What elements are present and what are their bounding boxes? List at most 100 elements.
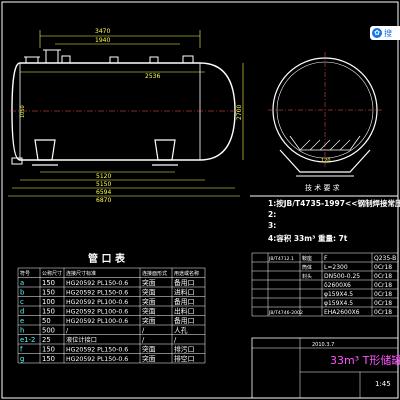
tank-shell xyxy=(11,62,236,161)
part-material: 0Cr18 xyxy=(374,291,392,298)
dim-bottom-1: 5120 xyxy=(96,173,111,180)
section-dim: 120 xyxy=(321,158,331,164)
part-spec: φ159X4.5 xyxy=(324,291,353,298)
nozzle-cell: 突面 xyxy=(142,316,156,325)
nozzle-cell: 150 xyxy=(42,355,55,363)
top-nozzles xyxy=(24,49,194,64)
nozzle-cell: HG20592 PL150-0.6 xyxy=(66,280,128,287)
part-material: 0Cr18 xyxy=(374,273,392,280)
section-view: 120 xyxy=(268,52,382,177)
vessel-title: 33m³ T形储罐 xyxy=(330,353,400,367)
part-standard: JB/T4746-2002 xyxy=(268,310,303,316)
nozzle-cell: 50 xyxy=(42,317,51,325)
part-name: 鞍座 xyxy=(302,255,312,262)
nozzle-cell: 150 xyxy=(42,289,55,297)
nozzle-cell: g xyxy=(20,355,24,363)
part-spec: δ2600X6 xyxy=(324,282,351,289)
nozzle-cell: 排污口 xyxy=(174,345,194,354)
nozzle-cell: c xyxy=(20,298,24,306)
nozzle-header: 公称尺寸 xyxy=(42,270,62,277)
nozzle-cell: 出料口 xyxy=(174,307,194,316)
part-name: 筒体 xyxy=(302,264,312,271)
part-material: 0Cr18 xyxy=(374,300,392,307)
part-material: 0Cr18 xyxy=(374,309,392,316)
nozzle-cell: 突面 xyxy=(142,354,156,363)
dim-bottom-2: 5150 xyxy=(96,181,111,188)
nozzle-cell: 25 xyxy=(42,336,51,344)
nozzle-cell: 排空口 xyxy=(174,354,194,363)
note-line-3: 3: xyxy=(268,221,276,230)
dim-bottom-3: 6594 xyxy=(96,189,111,196)
nozzle-cell: 150 xyxy=(42,346,55,354)
bottom-dimension-lines xyxy=(8,171,240,197)
part-spec: EHA2600X6 xyxy=(324,309,360,316)
nozzle-cell: / xyxy=(142,336,145,344)
nozzle-cell: e xyxy=(20,317,24,325)
note-line-4: 4:容积 33m³ 重量: 7t xyxy=(268,233,348,243)
nozzle-cell: 备用口 xyxy=(174,316,194,325)
nozzle-cell: 突面 xyxy=(142,307,156,316)
nozzle-cell: 150 xyxy=(42,308,55,316)
nozzle-table: 符号 公称尺寸 连接尺寸标准 连接面形式 用途或名称 a 150 HG20592 PL150-… xyxy=(17,267,206,364)
nozzle-cell: 进料口 xyxy=(174,288,194,297)
saddle-hatch xyxy=(299,139,351,151)
nozzle-cell: 100 xyxy=(42,298,55,306)
nozzle-header: 用途或名称 xyxy=(174,270,199,277)
nozzle-cell: 突面 xyxy=(142,297,156,306)
elevation-view: 3470 1940 2536 5120 5150 6594 6870 2700 … xyxy=(8,28,244,204)
dim-top-1: 3470 xyxy=(95,28,110,35)
title-block: 2010.3.7 33m³ T形储罐 1:45 xyxy=(251,337,400,399)
nozzle-cell: b xyxy=(20,289,24,297)
saddle-supports xyxy=(32,139,178,166)
parts-list: JB/T4712.1 鞍座 F Q235-B 筒体 L=2300 0Cr18 封头 DN500-… xyxy=(251,252,399,317)
nozzle-cell: e1-2 xyxy=(20,336,35,344)
dim-top-2: 1940 xyxy=(95,37,110,44)
part-spec: φ159X4.5 xyxy=(324,300,353,307)
nozzle-cell: HG20592 PL100-0.6 xyxy=(66,318,128,325)
nozzle-cell: HG20592 PL150-0.6 xyxy=(66,347,128,354)
nozzle-cell: HG20592 PL100-0.6 xyxy=(66,299,128,306)
part-spec: F xyxy=(324,255,328,262)
dim-right: 2700 xyxy=(236,105,243,120)
nozzle-cell: 液位计接口 xyxy=(66,336,97,344)
nozzle-cell: 备用口 xyxy=(174,297,194,306)
nozzle-cell: HG20592 PL100-0.6 xyxy=(66,309,128,316)
nozzle-cell: f xyxy=(20,346,23,354)
nozzle-table-title: 管 口 表 xyxy=(88,252,126,265)
nozzle-cell: / xyxy=(142,327,145,335)
title-dates: 2010.3.7 xyxy=(312,342,334,348)
nozzle-cell: 人孔 xyxy=(174,327,188,335)
nozzle-cell: d xyxy=(20,308,24,316)
nozzle-cell: h xyxy=(20,327,24,335)
nozzle-cell: 突面 xyxy=(142,288,156,297)
nozzle-header: 连接尺寸标准 xyxy=(66,270,96,277)
nozzle-cell: 150 xyxy=(42,279,55,287)
part-material: 0Cr18 xyxy=(374,282,392,289)
part-spec: L=2300 xyxy=(324,264,348,271)
part-material: 0Cr18 xyxy=(374,264,392,271)
nozzle-header: 符号 xyxy=(20,270,30,277)
note-line-2: 2: xyxy=(268,210,276,219)
nozzle-cell: / xyxy=(174,336,177,344)
engineering-drawing: 3470 1940 2536 5120 5150 6594 6870 2700 … xyxy=(1,1,400,399)
drain-nozzle xyxy=(11,157,23,165)
nozzle-cell: 500 xyxy=(42,327,55,335)
nozzle-cell: a xyxy=(20,279,24,287)
part-name: 封头 xyxy=(302,273,312,280)
dim-top-3: 2536 xyxy=(145,73,160,80)
part-spec: DN500-0.25 xyxy=(324,273,360,280)
top-dimension-lines xyxy=(20,30,205,73)
dim-bottom-4: 6870 xyxy=(96,197,111,204)
nozzle-cell: HG20592 PL150-0.6 xyxy=(66,356,128,363)
nozzle-cell: 备用口 xyxy=(174,278,194,287)
part-standard: JB/T4712.1 xyxy=(268,256,294,262)
nozzle-cell: 突面 xyxy=(142,345,156,354)
nozzle-cell: / xyxy=(66,328,69,335)
nozzle-header: 连接面形式 xyxy=(142,270,167,277)
note-line-1: 1:按JB/T4735-1997<<钢制焊接常压容器>>进行制造 xyxy=(268,198,400,208)
nozzle-cell: HG20592 PL150-0.6 xyxy=(66,290,128,297)
nozzle-cell: 突面 xyxy=(142,278,156,287)
notes-heading: 技 术 要 求 xyxy=(305,183,340,192)
part-material: Q235-B xyxy=(374,255,396,262)
scale: 1:45 xyxy=(375,380,391,388)
